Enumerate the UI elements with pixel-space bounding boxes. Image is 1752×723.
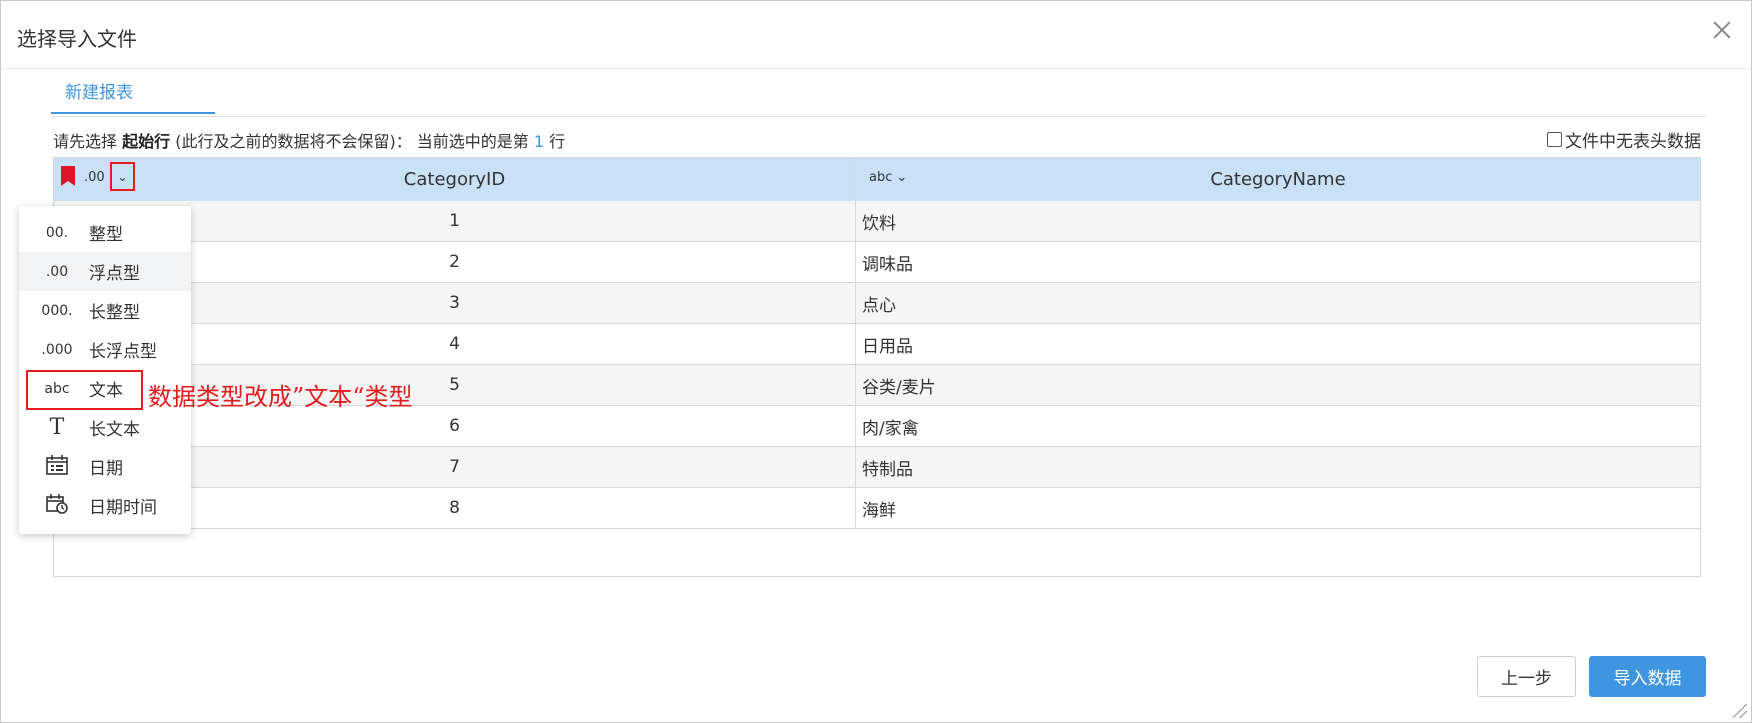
no-header-checkbox[interactable] xyxy=(1547,132,1562,147)
menu-item-long-text[interactable]: T 长文本 xyxy=(19,408,191,447)
tab-new-report[interactable]: 新建报表 xyxy=(51,69,215,114)
tab-bar: 新建报表 xyxy=(51,69,1706,117)
table-row[interactable]: 8 海鲜 xyxy=(54,488,1700,529)
menu-item-label: 日期时间 xyxy=(89,498,157,518)
dialog-title: 选择导入文件 xyxy=(17,27,137,51)
column-divider xyxy=(855,324,856,364)
current-row-number: 1 xyxy=(533,132,545,151)
menu-item-label: 长整型 xyxy=(89,303,140,323)
column-divider xyxy=(855,365,856,405)
hint-middle: (此行及之前的数据将不会保留)： 当前选中的是第 xyxy=(175,132,529,151)
column-divider xyxy=(855,201,856,241)
column-header-categoryid[interactable]: CategoryID xyxy=(54,158,855,201)
hint-bold: 起始行 xyxy=(122,132,171,151)
resize-handle[interactable] xyxy=(1733,704,1747,718)
menu-item-date[interactable]: 日期 xyxy=(19,447,191,486)
menu-item-integer[interactable]: 00. 整型 xyxy=(19,213,191,252)
cell-category-name: 谷类/麦片 xyxy=(862,377,936,398)
cell-category-name: 日用品 xyxy=(862,336,913,357)
column-divider xyxy=(855,447,856,487)
cell-category-name: 海鲜 xyxy=(862,500,896,521)
table-row[interactable]: 4 日用品 xyxy=(54,324,1700,365)
column-divider xyxy=(855,283,856,323)
text-option-highlight xyxy=(26,370,143,410)
hint-prefix: 请先选择 xyxy=(53,132,118,151)
cell-category-name: 饮料 xyxy=(862,213,896,234)
table-row[interactable]: 2 调味品 xyxy=(54,242,1700,283)
menu-item-long-integer[interactable]: 000. 长整型 xyxy=(19,291,191,330)
cell-category-name: 肉/家禽 xyxy=(862,418,919,439)
menu-item-long-float[interactable]: .000 长浮点型 xyxy=(19,330,191,369)
annotation-text: 数据类型改成”文本“类型 xyxy=(148,383,413,411)
calendar-icon xyxy=(39,454,75,479)
menu-item-label: 长浮点型 xyxy=(89,342,157,362)
calendar-clock-icon xyxy=(39,493,75,518)
hint-suffix: 行 xyxy=(549,132,566,151)
column-divider xyxy=(855,488,856,528)
import-data-button[interactable]: 导入数据 xyxy=(1589,656,1706,697)
no-header-label: 文件中无表头数据 xyxy=(1565,132,1701,152)
menu-item-label: 浮点型 xyxy=(89,264,140,284)
import-file-dialog: 选择导入文件 新建报表 请先选择 起始行 (此行及之前的数据将不会保留)： 当前… xyxy=(0,0,1752,723)
no-header-option[interactable]: 文件中无表头数据 xyxy=(1547,127,1701,152)
cell-category-name: 调味品 xyxy=(862,254,913,275)
integer-icon: 00. xyxy=(45,224,69,241)
table-row[interactable]: 3 点心 xyxy=(54,283,1700,324)
start-row-hint: 请先选择 起始行 (此行及之前的数据将不会保留)： 当前选中的是第 1 行 xyxy=(53,128,565,152)
data-preview-grid: .00 ⌄ CategoryID abc ⌄ CategoryName 1 饮料… xyxy=(53,157,1701,577)
column-header-categoryname[interactable]: CategoryName xyxy=(856,158,1700,201)
grid-header: .00 ⌄ CategoryID abc ⌄ CategoryName xyxy=(54,158,1700,202)
column-divider xyxy=(855,406,856,446)
long-integer-icon: 000. xyxy=(41,302,73,319)
table-row[interactable]: 1 饮料 xyxy=(54,201,1700,242)
table-row[interactable]: 7 特制品 xyxy=(54,447,1700,488)
menu-item-label: 长文本 xyxy=(89,420,140,440)
menu-item-label: 日期 xyxy=(89,459,123,479)
menu-item-label: 整型 xyxy=(89,225,123,245)
column-divider xyxy=(855,242,856,282)
menu-item-float[interactable]: .00 浮点型 xyxy=(19,252,191,291)
close-icon[interactable] xyxy=(1711,19,1733,41)
cell-category-name: 点心 xyxy=(862,295,896,316)
table-row[interactable]: 6 肉/家禽 xyxy=(54,406,1700,447)
float-icon: .00 xyxy=(45,263,69,280)
previous-step-button[interactable]: 上一步 xyxy=(1477,656,1576,697)
long-float-icon: .000 xyxy=(41,341,73,358)
cell-category-name: 特制品 xyxy=(862,459,913,480)
menu-item-datetime[interactable]: 日期时间 xyxy=(19,486,191,525)
long-text-icon: T xyxy=(49,415,65,440)
